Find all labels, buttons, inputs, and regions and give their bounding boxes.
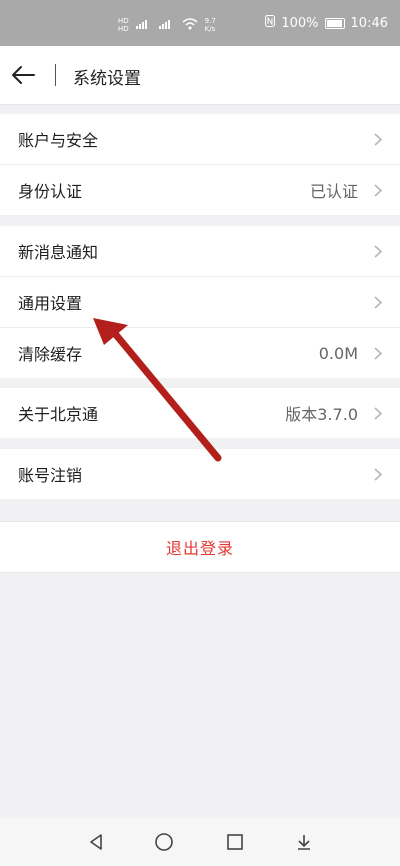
chevron-right-icon (374, 133, 383, 146)
row-clear-cache[interactable]: 清除缓存 0.0M (0, 328, 400, 378)
row-label: 身份认证 (18, 182, 83, 201)
about-group: 关于北京通 版本3.7.0 (0, 388, 400, 438)
row-value: 版本3.7.0 (285, 405, 358, 424)
battery-icon (324, 17, 345, 29)
logout-label: 退出登录 (165, 539, 234, 558)
chevron-right-icon (374, 245, 383, 258)
nfc-icon (265, 15, 276, 31)
notification-group: 新消息通知 通用设置 清除缓存 0.0M (0, 226, 400, 378)
nav-back-icon[interactable] (86, 832, 106, 852)
row-identity-auth[interactable]: 身份认证 已认证 (0, 165, 400, 215)
chevron-right-icon (374, 468, 383, 481)
row-new-message-notify[interactable]: 新消息通知 (0, 226, 400, 277)
status-right: 100% 10:46 (265, 15, 388, 31)
chevron-right-icon (374, 184, 383, 197)
row-value: 已认证 (309, 182, 358, 201)
row-label: 账号注销 (18, 466, 83, 485)
row-label: 新消息通知 (18, 243, 99, 262)
chevron-right-icon (374, 296, 383, 309)
row-label: 账户与安全 (18, 131, 99, 150)
row-general-settings[interactable]: 通用设置 (0, 277, 400, 328)
nav-home-icon[interactable] (154, 832, 174, 852)
row-label: 通用设置 (18, 294, 83, 313)
row-about-app[interactable]: 关于北京通 版本3.7.0 (0, 388, 400, 438)
network-speed: 9.7 K/s (205, 17, 216, 33)
battery-percent: 100% (281, 15, 319, 31)
row-label: 关于北京通 (18, 405, 99, 424)
status-left: HD HD 9.7 K/s (118, 17, 216, 33)
row-cancel-account[interactable]: 账号注销 (0, 449, 400, 499)
chevron-right-icon (374, 347, 383, 360)
wifi-icon (182, 17, 198, 33)
speed-unit: K/s (204, 25, 216, 33)
speed-value: 9.7 (204, 17, 216, 25)
nav-recents-icon[interactable] (225, 832, 245, 852)
chevron-right-icon (374, 407, 383, 420)
row-account-security[interactable]: 账户与安全 (0, 114, 400, 165)
app-bar: 系统设置 (0, 46, 400, 105)
status-bar: HD HD 9.7 K/s 100% 10:46 (0, 0, 400, 46)
row-value: 0.0M (318, 343, 358, 363)
nav-download-icon[interactable] (294, 832, 314, 852)
sim-icon: HD HD (118, 17, 129, 33)
signal-icon (135, 18, 152, 32)
signal-icon-2 (158, 18, 175, 32)
row-label: 清除缓存 (18, 345, 83, 364)
system-nav-bar (0, 818, 400, 866)
title-divider (55, 64, 56, 86)
clock: 10:46 (350, 15, 388, 31)
account-group: 账户与安全 身份认证 已认证 (0, 114, 400, 215)
back-arrow-icon[interactable] (10, 62, 36, 88)
page-title: 系统设置 (73, 69, 141, 89)
cancel-group: 账号注销 (0, 449, 400, 499)
logout-button[interactable]: 退出登录 (0, 521, 400, 573)
